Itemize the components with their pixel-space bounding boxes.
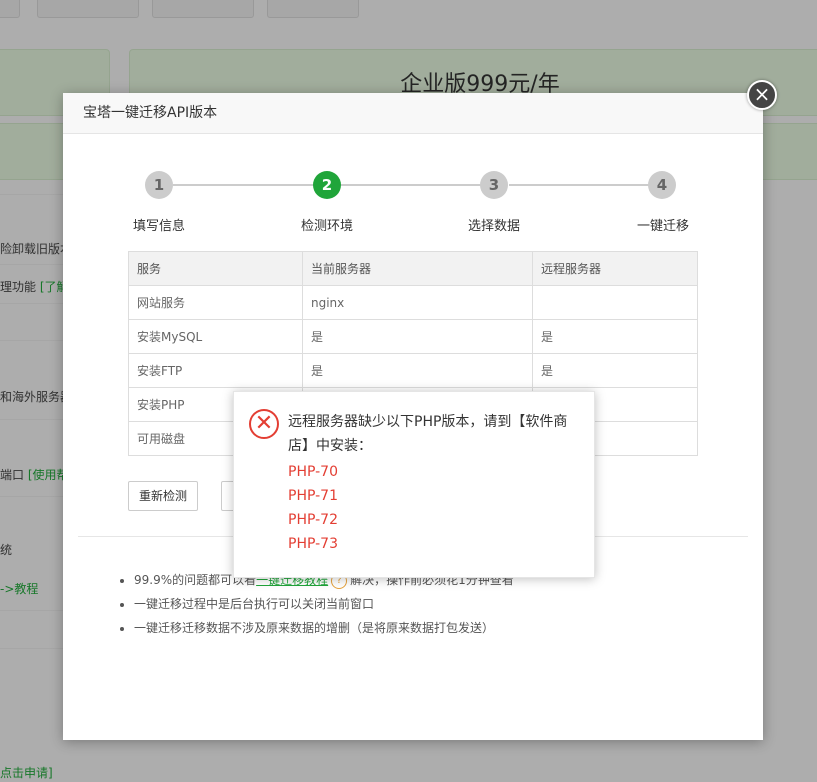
step-4-circle: 4 [648, 171, 676, 199]
step-3-label: 选择数据 [467, 219, 521, 234]
error-alert: ✕ 远程服务器缺少以下PHP版本，请到【软件商店】中安装： PHP-70 PHP… [233, 391, 595, 578]
table-cell: 是 [302, 319, 533, 354]
missing-php-list: PHP-70 PHP-71 PHP-72 PHP-73 [288, 460, 338, 556]
table-cell: 是 [532, 353, 698, 388]
table-cell: 安装MySQL [128, 319, 303, 354]
list-item: PHP-71 [288, 488, 338, 504]
step-indicator: 1 2 3 4 填写信息 检测环境 选择数据 一键迁移 [63, 171, 763, 234]
list-item: PHP-73 [288, 536, 338, 552]
step-1-circle: 1 [145, 171, 173, 199]
step-2-circle: 2 [313, 171, 341, 199]
step-3-circle: 3 [480, 171, 508, 199]
step-2-label: 检测环境 [300, 219, 354, 234]
error-circle-icon: ✕ [249, 409, 279, 439]
step-connector [173, 184, 323, 186]
list-item: PHP-72 [288, 512, 338, 528]
tips-list: 99.9%的问题都可以看一键迁移教程?解决，操作前必须花1分钟查看 一键迁移过程… [118, 568, 514, 640]
list-item: 一键迁移迁移数据不涉及原来数据的增删（是将原来数据打包发送） [134, 616, 514, 640]
column-header: 远程服务器 [532, 251, 698, 286]
table-cell: 网站服务 [128, 285, 303, 320]
step-1-label: 填写信息 [132, 219, 186, 234]
step-4-label: 一键迁移 [636, 219, 690, 234]
table-cell: nginx [302, 285, 533, 320]
table-row: 安装FTP 是 是 [128, 353, 698, 388]
column-header: 当前服务器 [302, 251, 533, 286]
alert-message: 远程服务器缺少以下PHP版本，请到【软件商店】中安装： [288, 414, 568, 454]
table-cell: 是 [532, 319, 698, 354]
table-cell [532, 285, 698, 320]
step-connector [341, 184, 491, 186]
list-item: PHP-70 [288, 464, 338, 480]
table-cell: 安装FTP [128, 353, 303, 388]
table-header-row: 服务 当前服务器 远程服务器 [128, 251, 698, 286]
close-icon[interactable]: × [747, 80, 777, 110]
step-connector [509, 184, 659, 186]
recheck-button[interactable]: 重新检测 [128, 481, 198, 511]
table-row: 网站服务 nginx [128, 285, 698, 320]
list-item: 一键迁移过程中是后台执行可以关闭当前窗口 [134, 592, 514, 616]
table-row: 安装MySQL 是 是 [128, 319, 698, 354]
column-header: 服务 [128, 251, 303, 286]
dialog-title: 宝塔一键迁移API版本 [63, 93, 763, 134]
table-cell: 是 [302, 353, 533, 388]
